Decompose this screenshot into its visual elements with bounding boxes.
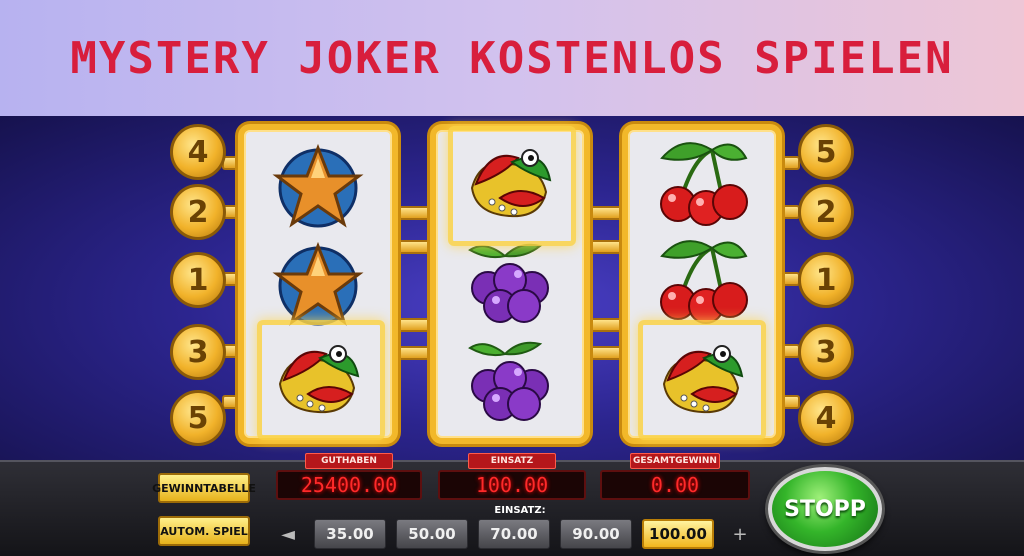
star-icon — [275, 146, 361, 228]
payline-bar — [586, 318, 626, 332]
payline-number-left: 4 — [170, 124, 226, 180]
payline-bar — [394, 206, 434, 220]
payline-number-right: 1 — [798, 252, 854, 308]
autoplay-button[interactable]: AUTOM. SPIEL — [158, 516, 250, 546]
stake-caption: EINSATZ: — [494, 505, 546, 516]
reel-cell — [436, 336, 584, 432]
paytable-button[interactable]: GEWINNTABELLE — [152, 473, 256, 503]
plum-icon — [469, 341, 549, 421]
payline-bar — [394, 318, 434, 332]
stake-next-arrow-icon[interactable]: + — [728, 521, 752, 547]
cherry-icon — [659, 141, 749, 227]
win-highlight — [257, 320, 385, 440]
payline-number-left: 5 — [170, 390, 226, 446]
payline-number-right: 4 — [798, 390, 854, 446]
stake-option-selected[interactable]: 100.00 — [642, 519, 714, 549]
win-label: GESAMTGEWINN — [630, 453, 720, 469]
win-display: 0.00 — [600, 470, 750, 500]
payline-bar — [394, 240, 434, 254]
stake-option[interactable]: 35.00 — [314, 519, 386, 549]
win-highlight — [448, 126, 576, 246]
payline-bar — [586, 346, 626, 360]
stake-prev-arrow-icon[interactable]: ◄ — [276, 521, 300, 547]
stop-button[interactable]: STOPP — [768, 467, 882, 551]
payline-number-left: 3 — [170, 324, 226, 380]
payline-bar — [586, 240, 626, 254]
payline-number-left: 2 — [170, 184, 226, 240]
stake-option[interactable]: 50.00 — [396, 519, 468, 549]
balance-label: GUTHABEN — [305, 453, 393, 469]
plum-icon — [469, 243, 549, 323]
payline-bar — [586, 206, 626, 220]
reel-cell — [628, 140, 776, 236]
payline-bar — [394, 346, 434, 360]
payline-number-right: 5 — [798, 124, 854, 180]
balance-display: 25400.00 — [276, 470, 422, 500]
payline-number-right: 3 — [798, 324, 854, 380]
title-banner: MYSTERY JOKER KOSTENLOS SPIELEN — [0, 0, 1024, 116]
reel-cell — [436, 238, 584, 334]
stake-option[interactable]: 70.00 — [478, 519, 550, 549]
page-title: MYSTERY JOKER KOSTENLOS SPIELEN — [70, 32, 954, 84]
reel-cell — [244, 140, 392, 236]
stake-option[interactable]: 90.00 — [560, 519, 632, 549]
bet-display: 100.00 — [438, 470, 586, 500]
win-highlight — [638, 320, 766, 440]
bet-label: EINSATZ — [468, 453, 556, 469]
payline-number-right: 2 — [798, 184, 854, 240]
payline-number-left: 1 — [170, 252, 226, 308]
